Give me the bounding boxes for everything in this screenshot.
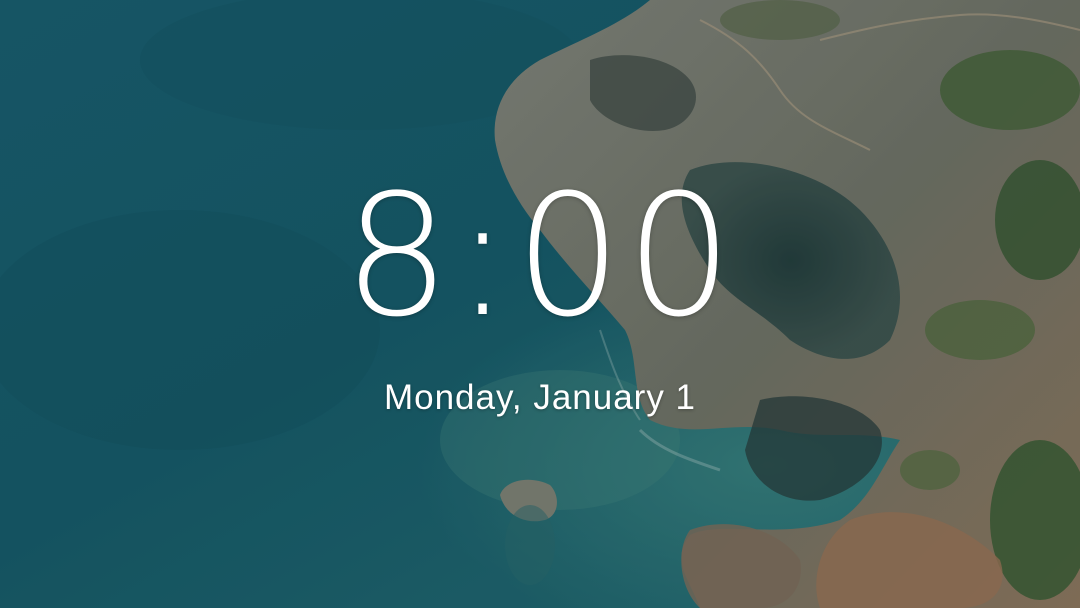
lockscreen-clock-time: 8:00: [343, 158, 737, 354]
lock-screen[interactable]: 8:00 Monday, January 1: [0, 0, 1080, 608]
lockscreen-clock-date: Monday, January 1: [383, 378, 697, 417]
